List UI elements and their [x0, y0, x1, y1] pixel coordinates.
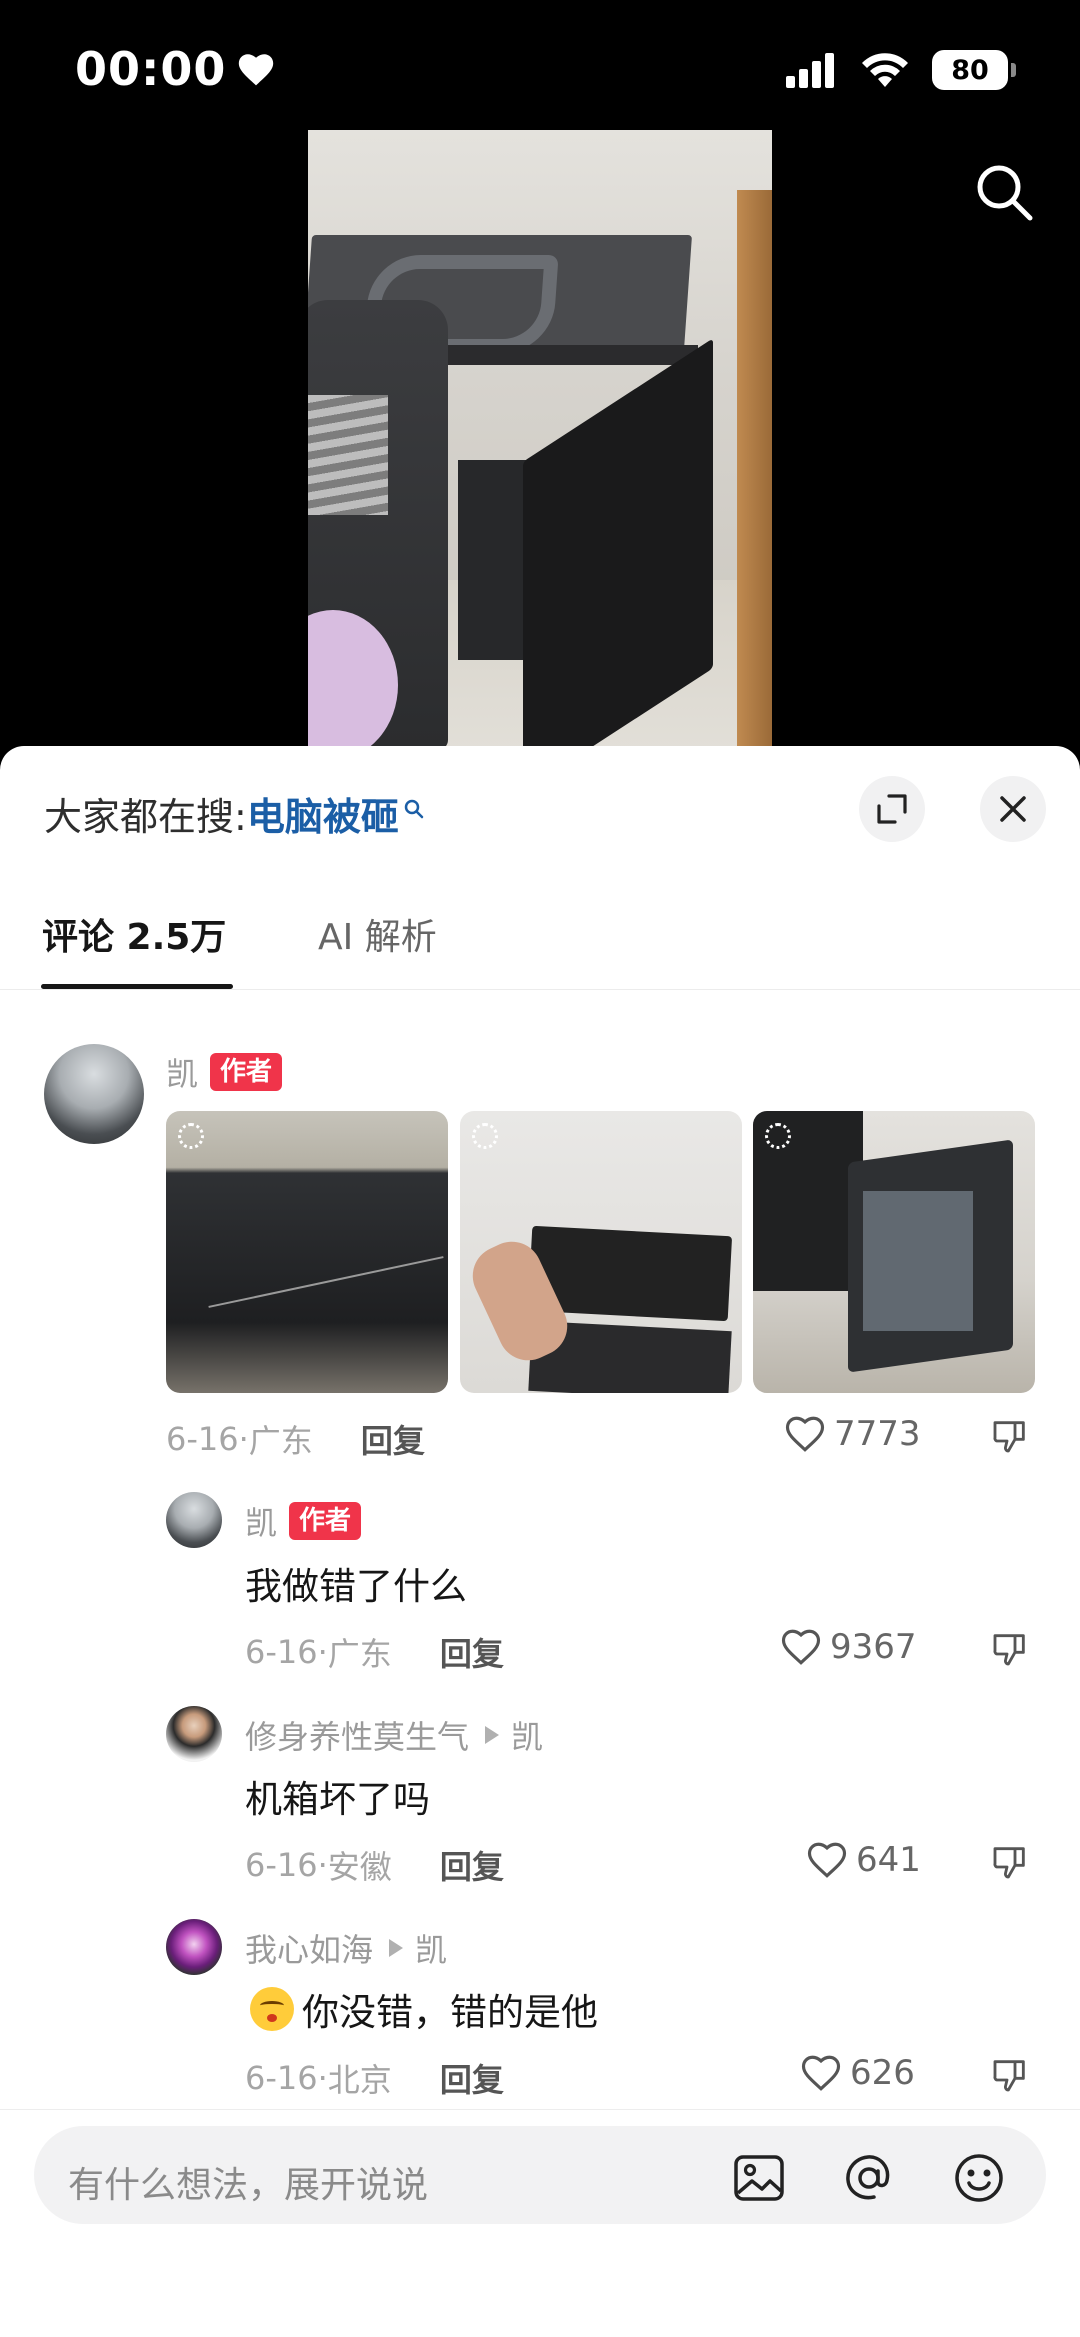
reply-button[interactable]: 回复 [361, 1416, 425, 1462]
search-icon[interactable] [972, 160, 1036, 224]
comment-author[interactable]: 修身养性莫生气 凯 [245, 1712, 543, 1758]
comment-image-cracked-monitor[interactable] [166, 1111, 448, 1393]
tab-ai-analysis[interactable]: AI 解析 [318, 908, 437, 960]
author-badge: 作者 [289, 1502, 362, 1540]
comment-image-keyboard[interactable] [460, 1111, 742, 1393]
comment-text: 我做错了什么 [245, 1565, 467, 1608]
wifi-icon [862, 53, 908, 87]
avatar[interactable] [166, 1919, 222, 1975]
comment-meta: 6-16 · 安徽 回复 [245, 1842, 504, 1888]
comment-meta: 6-16 · 广东 回复 [166, 1416, 425, 1462]
hot-search-bar[interactable]: 大家都在搜: 电脑被砸 [44, 786, 425, 841]
cellular-signal-icon [786, 53, 834, 88]
reply-button[interactable]: 回复 [440, 2055, 504, 2101]
avatar[interactable] [166, 1706, 222, 1762]
live-photo-icon [472, 1123, 498, 1149]
heart-outline-icon [807, 1842, 847, 1878]
like-button[interactable]: 626 [800, 2053, 915, 2093]
status-icons: 80 [786, 50, 1016, 90]
expand-button[interactable] [859, 776, 925, 842]
like-button[interactable]: 641 [806, 1840, 921, 1880]
like-count: 7773 [834, 1414, 921, 1454]
avatar[interactable] [166, 1492, 222, 1548]
divider [0, 2109, 1080, 2110]
reply-button[interactable]: 回复 [440, 1629, 504, 1675]
dislike-icon[interactable] [990, 1416, 1030, 1456]
reply-to-user[interactable]: 凯 [415, 1925, 447, 1971]
comment-author[interactable]: 凯 作者 [245, 1498, 362, 1544]
comment-text-row: 你没错，错的是他 [250, 1982, 598, 2036]
live-photo-icon [178, 1123, 204, 1149]
like-count: 9367 [830, 1627, 917, 1667]
comment-image-pc-case[interactable] [753, 1111, 1035, 1393]
reply-to-user[interactable]: 凯 [511, 1712, 543, 1758]
status-time: 00:00 [75, 42, 276, 96]
dislike-icon[interactable] [990, 2055, 1030, 2095]
emoji-icon[interactable] [952, 2151, 1006, 2205]
close-button[interactable] [980, 776, 1046, 842]
comment-author[interactable]: 凯 作者 [166, 1049, 283, 1095]
dislike-icon[interactable] [990, 1629, 1030, 1669]
mention-icon[interactable] [842, 2151, 896, 2205]
image-picker-icon[interactable] [732, 2151, 786, 2205]
comment-input[interactable]: 有什么想法，展开说说 [34, 2126, 1046, 2224]
comment-tabs: 评论 2.5万 AI 解析 [0, 886, 1080, 990]
heart-icon [239, 54, 274, 86]
live-photo-icon [765, 1123, 791, 1149]
heart-outline-icon [781, 1629, 821, 1665]
reply-arrow-icon [485, 1726, 500, 1744]
like-button[interactable]: 9367 [780, 1627, 917, 1667]
battery-indicator: 80 [932, 50, 1016, 90]
comment-text: 你没错，错的是他 [302, 1991, 598, 2034]
avatar[interactable] [44, 1044, 144, 1144]
author-badge: 作者 [210, 1053, 283, 1091]
hot-search-keyword[interactable]: 电脑被砸 [247, 786, 399, 841]
reply-button[interactable]: 回复 [440, 1842, 504, 1888]
tab-comments[interactable]: 评论 2.5万 [42, 908, 226, 960]
dislike-icon[interactable] [990, 1842, 1030, 1882]
like-button[interactable]: 7773 [784, 1414, 921, 1454]
status-bar: 00:00 80 [0, 0, 1080, 130]
comment-text: 机箱坏了吗 [245, 1778, 430, 1821]
heart-outline-icon [801, 2055, 841, 2091]
kissing-face-emoji-icon [250, 1987, 294, 2031]
comment-author[interactable]: 我心如海 凯 [245, 1925, 447, 1971]
comment-meta: 6-16 · 广东 回复 [245, 1629, 504, 1675]
like-count: 641 [856, 1840, 921, 1880]
heart-outline-icon [785, 1416, 825, 1452]
comment-meta: 6-16 · 北京 回复 [245, 2055, 504, 2101]
small-search-icon [404, 799, 424, 818]
close-icon [1000, 796, 1026, 822]
comment-sheet: 大家都在搜: 电脑被砸 评论 2.5万 AI 解析 凯 作者 6-16 · 广东… [0, 746, 1080, 2337]
comment-input-placeholder: 有什么想法，展开说说 [68, 2165, 429, 2206]
reply-arrow-icon [389, 1939, 404, 1957]
expand-icon [877, 794, 907, 824]
tab-active-indicator [41, 984, 233, 989]
like-count: 626 [850, 2053, 915, 2093]
video-player[interactable] [308, 130, 772, 750]
